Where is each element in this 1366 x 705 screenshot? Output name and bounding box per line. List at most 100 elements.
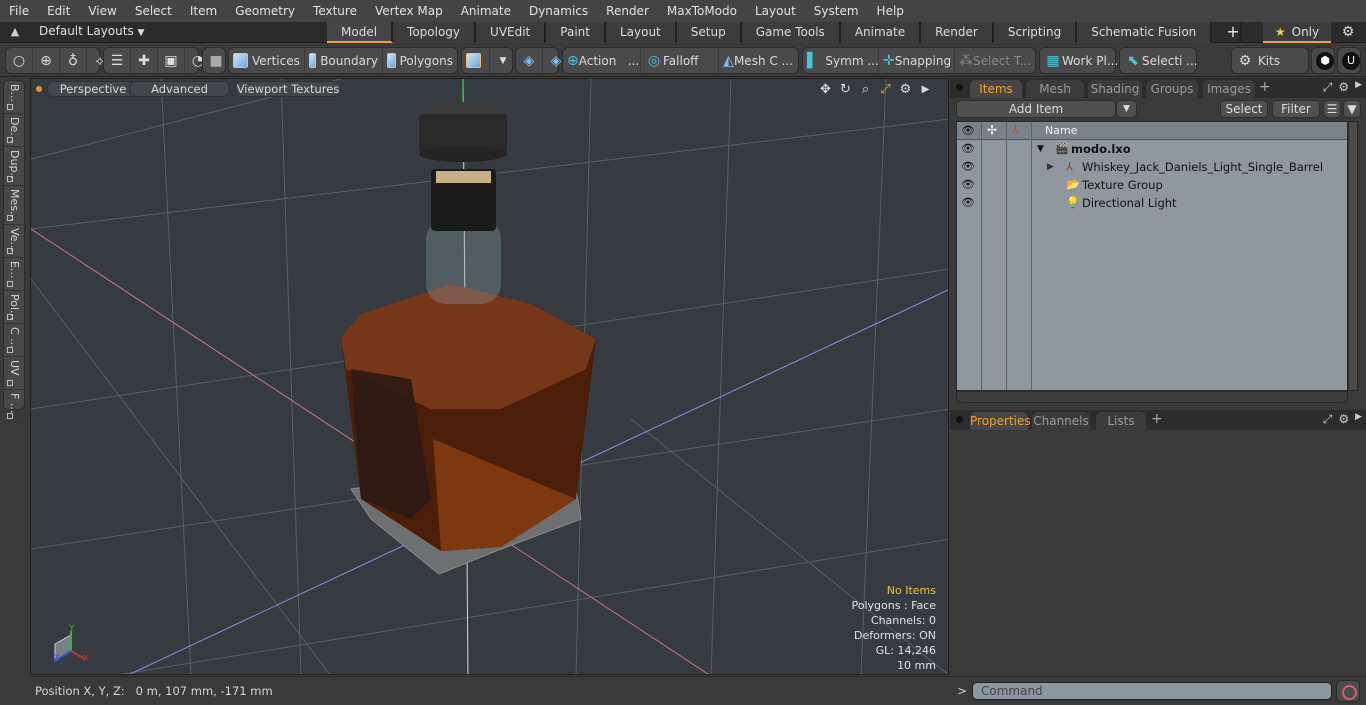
item-list-vertical-scrollbar[interactable] xyxy=(1348,121,1358,391)
menu-animate[interactable]: Animate xyxy=(452,4,520,18)
snapping-button[interactable]: ✛ Snapping xyxy=(879,48,955,73)
collapse-up-icon[interactable]: ▲ xyxy=(8,25,22,39)
tab-images[interactable]: Images xyxy=(1203,80,1255,98)
menu-geometry[interactable]: Geometry xyxy=(226,4,304,18)
left-tab-basic[interactable]: B... xyxy=(4,81,24,114)
item-list-horizontal-scrollbar[interactable] xyxy=(956,391,1348,403)
left-tab-edge[interactable]: E... xyxy=(4,258,24,291)
tab-paint[interactable]: Paint xyxy=(546,22,606,43)
globe-button[interactable]: ⊕ xyxy=(33,48,60,73)
left-tab-deform[interactable]: De... xyxy=(4,114,24,147)
tab-groups[interactable]: Groups xyxy=(1146,80,1198,98)
maximize-view-icon[interactable]: ⤢ xyxy=(877,81,894,98)
boundary-button[interactable]: Boundary xyxy=(305,48,383,73)
left-tab-uv[interactable]: UV xyxy=(4,357,24,390)
action-center-button[interactable]: ⊕ Action ... xyxy=(563,48,641,73)
left-tab-mesh-edit[interactable]: Mes... xyxy=(4,186,24,225)
eye-icon[interactable]: 👁 xyxy=(961,176,975,194)
cross-button[interactable]: ✚ xyxy=(131,48,158,73)
tab-game-tools[interactable]: Game Tools xyxy=(741,22,841,43)
align-button[interactable]: ☰ xyxy=(104,48,131,73)
selection-sets-button[interactable]: ⬉ Selecti ... xyxy=(1120,48,1202,73)
viewport-textures-button[interactable]: Viewport Textures xyxy=(235,81,341,97)
gear-icon[interactable]: ⚙ xyxy=(1338,24,1358,41)
material-dropdown[interactable]: ▼ xyxy=(490,48,516,73)
tab-properties[interactable]: Properties xyxy=(970,412,1031,430)
polygons-button[interactable]: Polygons xyxy=(383,48,457,73)
layout-dropdown[interactable]: Default Layouts ▼ xyxy=(39,24,144,38)
menu-item[interactable]: Item xyxy=(181,4,226,18)
only-button[interactable]: ★ Only xyxy=(1263,22,1331,43)
viewport-menu-arrow-icon[interactable]: ▶ xyxy=(917,81,934,98)
panel-menu-arrow-icon[interactable]: ▶ xyxy=(1355,80,1362,95)
menu-maxtomodo[interactable]: MaxToModo xyxy=(658,4,746,18)
move-view-icon[interactable]: ✥ xyxy=(817,81,834,98)
add-tab-button[interactable]: + xyxy=(1212,22,1243,43)
axis-button-1[interactable]: ◈ xyxy=(516,48,543,73)
filter-button[interactable]: Filter xyxy=(1272,100,1320,118)
eye-icon[interactable]: 👁 xyxy=(961,140,975,158)
menu-texture[interactable]: Texture xyxy=(304,4,366,18)
perspective-button[interactable]: Perspective xyxy=(47,81,139,97)
list-item[interactable]: 👁 ▶ ⅄ Whiskey_Jack_Daniels_Light_Single_… xyxy=(957,158,1347,176)
menu-system[interactable]: System xyxy=(805,4,868,18)
zoom-view-icon[interactable]: ⌕ xyxy=(857,81,874,98)
vertices-button[interactable]: Vertices xyxy=(229,48,305,73)
record-macro-button[interactable] xyxy=(1336,680,1360,702)
add-item-dropdown[interactable]: ▼ xyxy=(1116,100,1137,118)
rotate-view-icon[interactable]: ↻ xyxy=(837,81,854,98)
item-mode-button[interactable]: ■ xyxy=(203,48,229,73)
kits-button[interactable]: ⚙ Kits xyxy=(1232,48,1284,73)
pen-button[interactable]: ♁ xyxy=(60,48,87,73)
expand-panel-icon[interactable]: ⤢ xyxy=(1323,412,1333,427)
type-column-icon[interactable]: ⅄ xyxy=(1012,123,1019,136)
tab-render[interactable]: Render xyxy=(921,22,994,43)
left-tab-curve[interactable]: C ... xyxy=(4,324,24,357)
select-button[interactable]: Select xyxy=(1220,100,1268,118)
tab-mesh-ops[interactable]: Mesh Ops xyxy=(1026,80,1084,114)
list-item[interactable]: 👁 📂 Texture Group xyxy=(957,176,1347,194)
visibility-column-eye-icon[interactable]: 👁 xyxy=(961,124,975,137)
panel-dot-icon[interactable] xyxy=(956,84,963,91)
unity-button[interactable]: ⬢ xyxy=(1312,48,1338,73)
select-circle-button[interactable]: ○ xyxy=(6,48,33,73)
tab-scripting[interactable]: Scripting xyxy=(993,22,1078,43)
frame-button[interactable]: ▣ xyxy=(158,48,185,73)
collapse-arrow-icon[interactable]: ▼ xyxy=(1037,140,1044,158)
menu-view[interactable]: View xyxy=(79,4,125,18)
expand-arrow-icon[interactable]: ▶ xyxy=(1047,158,1054,176)
tab-channels[interactable]: Channels xyxy=(1032,412,1090,430)
lock-column-icon[interactable]: ✢ xyxy=(987,123,997,137)
menu-vertex-map[interactable]: Vertex Map xyxy=(366,4,452,18)
command-input[interactable]: Command xyxy=(972,682,1332,700)
expand-panel-icon[interactable]: ⤢ xyxy=(1323,80,1333,95)
menu-layout[interactable]: Layout xyxy=(746,4,805,18)
3d-viewport[interactable]: Y X Z Perspective Advanced Viewport Text… xyxy=(30,78,949,675)
unreal-button[interactable]: U xyxy=(1338,48,1364,73)
tab-topology[interactable]: Topology xyxy=(393,22,477,43)
menu-help[interactable]: Help xyxy=(868,4,913,18)
left-tab-duplicate[interactable]: Dup... xyxy=(4,147,24,186)
material-button[interactable] xyxy=(462,48,490,73)
work-plane-button[interactable]: ▦ Work Pl... xyxy=(1040,48,1122,73)
menu-select[interactable]: Select xyxy=(126,4,181,18)
tab-schematic-fusion[interactable]: Schematic Fusion xyxy=(1077,22,1213,43)
eye-icon[interactable]: 👁 xyxy=(961,158,975,176)
panel-menu-arrow-icon[interactable]: ▶ xyxy=(1355,412,1362,427)
menu-dynamics[interactable]: Dynamics xyxy=(520,4,597,18)
left-tab-polygon[interactable]: Pol... xyxy=(4,291,24,324)
add-panel-tab-button[interactable]: + xyxy=(1259,79,1271,95)
falloff-button[interactable]: ◎ Falloff xyxy=(641,48,719,73)
add-item-button[interactable]: Add Item xyxy=(956,100,1116,118)
viewport-indicator-dot[interactable] xyxy=(36,86,42,92)
left-tab-vertex[interactable]: Ve... xyxy=(4,225,24,258)
mesh-constraint-button[interactable]: ◭ Mesh C ... xyxy=(719,48,797,73)
panel-gear-icon[interactable]: ⚙ xyxy=(1338,412,1349,427)
menu-file[interactable]: File xyxy=(0,4,38,18)
add-properties-tab-button[interactable]: + xyxy=(1151,411,1163,427)
list-options-button[interactable]: ☰ xyxy=(1323,100,1341,118)
menu-render[interactable]: Render xyxy=(597,4,658,18)
advanced-button[interactable]: Advanced xyxy=(129,81,230,97)
eye-icon[interactable]: 👁 xyxy=(961,194,975,212)
panel-gear-icon[interactable]: ⚙ xyxy=(1338,80,1349,95)
